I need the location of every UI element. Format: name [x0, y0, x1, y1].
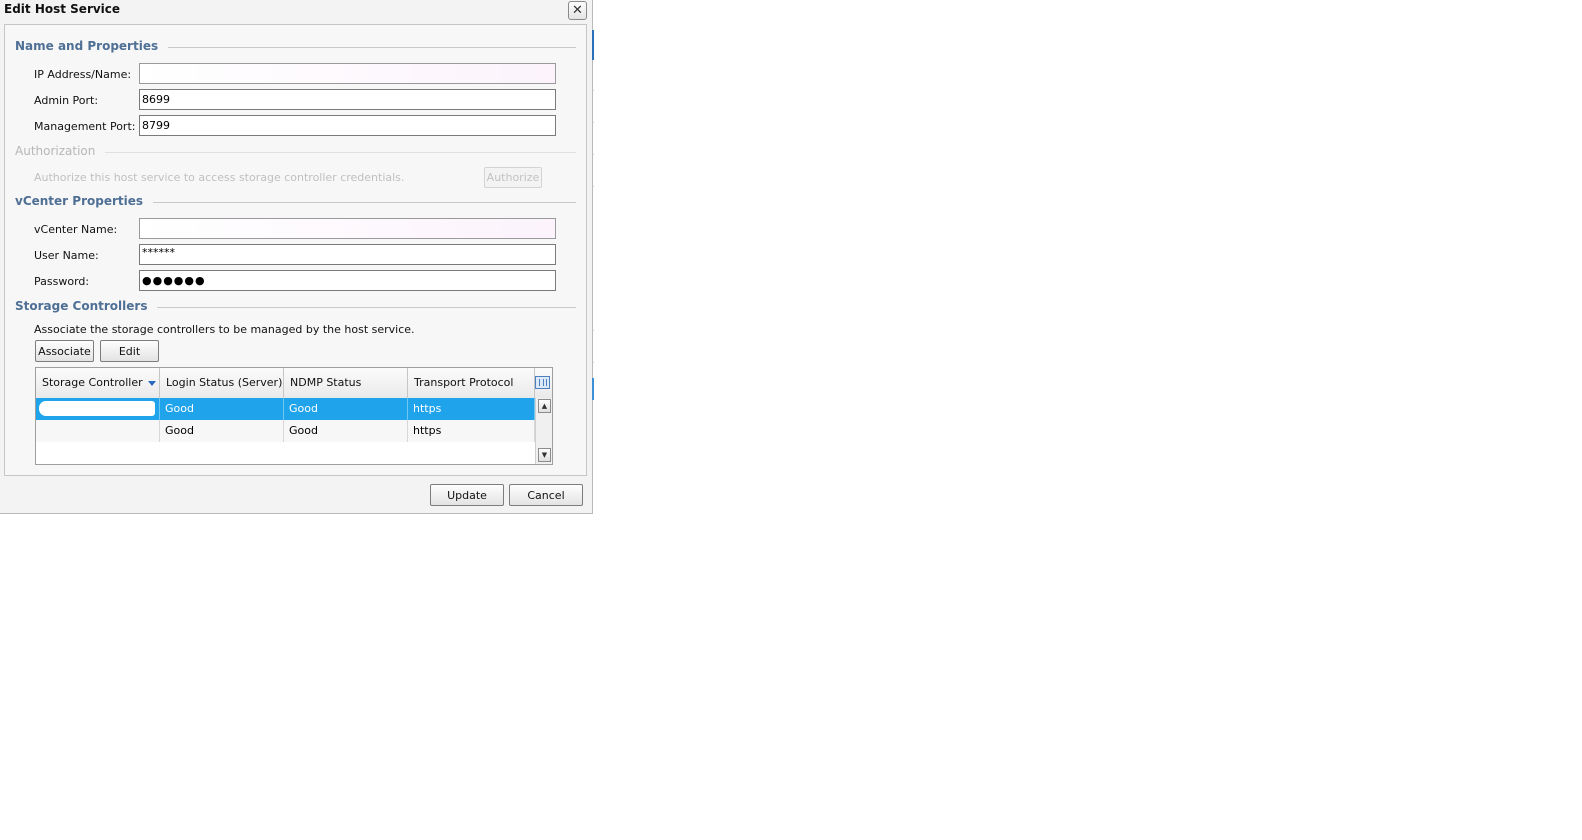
- cell-ndmp-status: Good: [284, 398, 408, 420]
- background-window-edge: [592, 154, 594, 155]
- background-window-edge: [592, 330, 594, 331]
- user-name-input[interactable]: ******: [139, 244, 556, 265]
- admin-port-input[interactable]: 8699: [139, 89, 556, 110]
- section-title-storage: Storage Controllers: [15, 299, 158, 313]
- ip-address-label: IP Address/Name:: [34, 68, 132, 81]
- column-header-label: Storage Controller: [42, 376, 143, 389]
- background-window-edge: [592, 186, 594, 187]
- password-input[interactable]: ●●●●●●: [139, 270, 556, 291]
- associate-button[interactable]: Associate: [35, 340, 94, 362]
- scroll-up-icon[interactable]: ▲: [538, 399, 551, 413]
- close-icon: ✕: [572, 3, 583, 18]
- section-title-name-properties: Name and Properties: [15, 39, 169, 53]
- column-header-transport-protocol[interactable]: Transport Protocol: [408, 368, 535, 398]
- background-window-edge: [592, 122, 594, 123]
- cancel-button[interactable]: Cancel: [509, 484, 583, 506]
- admin-port-label: Admin Port:: [34, 94, 99, 107]
- edit-button[interactable]: Edit: [100, 340, 159, 362]
- table-row[interactable]: Good Good https: [36, 420, 535, 442]
- background-window-edge: [592, 90, 594, 91]
- background-window-edge: [592, 30, 594, 60]
- management-port-label: Management Port:: [34, 120, 136, 133]
- section-authorization: Authorization: [15, 144, 576, 158]
- cell-storage-controller: [36, 420, 160, 442]
- sort-descending-icon: [147, 380, 156, 386]
- ip-address-input[interactable]: [139, 63, 556, 84]
- background-window-edge: [592, 378, 594, 400]
- password-label: Password:: [34, 275, 90, 288]
- table-vertical-scrollbar[interactable]: ▲ ▼: [535, 398, 552, 464]
- section-title-authorization: Authorization: [15, 144, 106, 158]
- authorization-hint: Authorize this host service to access st…: [34, 171, 405, 184]
- vcenter-name-label: vCenter Name:: [34, 223, 118, 236]
- column-header-storage-controller[interactable]: Storage Controller: [36, 368, 160, 398]
- section-name-properties: Name and Properties: [15, 39, 576, 53]
- section-vcenter-properties: vCenter Properties: [15, 194, 576, 208]
- background-window-edge: [592, 362, 594, 363]
- table-row[interactable]: Good Good https: [36, 398, 535, 420]
- user-name-label: User Name:: [34, 249, 99, 262]
- dialog-title: Edit Host Service: [4, 2, 121, 16]
- section-title-vcenter: vCenter Properties: [15, 194, 154, 208]
- storage-description: Associate the storage controllers to be …: [34, 323, 415, 336]
- cell-storage-controller: [36, 398, 160, 420]
- cell-login-status: Good: [160, 398, 284, 420]
- cell-transport-protocol: https: [408, 420, 535, 442]
- edit-host-service-dialog: Edit Host Service ✕ Name and Properties …: [0, 0, 593, 514]
- redacted-value: [39, 401, 155, 416]
- column-header-ndmp-status[interactable]: NDMP Status: [284, 368, 408, 398]
- vcenter-name-input[interactable]: [139, 218, 556, 239]
- table-header: Storage Controller Login Status (Server)…: [36, 368, 552, 399]
- cell-login-status: Good: [160, 420, 284, 442]
- authorize-button[interactable]: Authorize: [484, 167, 542, 188]
- dialog-body: Name and Properties IP Address/Name: Adm…: [4, 24, 587, 476]
- title-bar: Edit Host Service ✕: [0, 0, 592, 22]
- update-button[interactable]: Update: [430, 484, 504, 506]
- management-port-input[interactable]: 8799: [139, 115, 556, 136]
- section-storage-controllers: Storage Controllers: [15, 299, 576, 313]
- cell-ndmp-status: Good: [284, 420, 408, 442]
- cell-transport-protocol: https: [408, 398, 535, 420]
- scroll-down-icon[interactable]: ▼: [538, 448, 551, 462]
- close-button[interactable]: ✕: [568, 1, 587, 20]
- column-header-login-status[interactable]: Login Status (Server): [160, 368, 284, 398]
- column-chooser-icon[interactable]: [535, 376, 550, 389]
- storage-controllers-table: Storage Controller Login Status (Server)…: [35, 367, 553, 465]
